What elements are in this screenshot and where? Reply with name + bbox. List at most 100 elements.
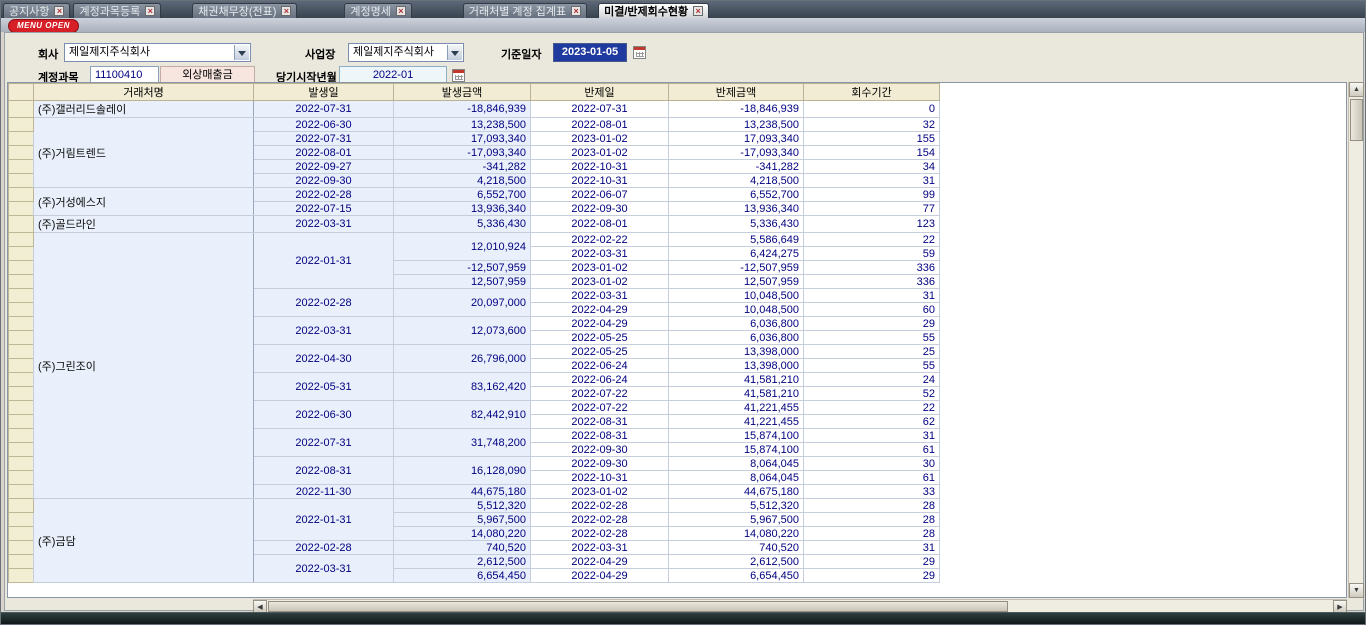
settlement-amount-cell[interactable]: 5,586,649 <box>669 233 804 247</box>
settlement-date-cell[interactable]: 2022-02-22 <box>531 233 669 247</box>
collection-period-cell[interactable]: 61 <box>804 443 940 457</box>
row-selector[interactable] <box>9 415 34 429</box>
occurrence-date-cell[interactable]: 2022-07-31 <box>254 101 394 118</box>
settlement-amount-cell[interactable]: -12,507,959 <box>669 261 804 275</box>
menu-open-button[interactable]: MENU OPEN <box>8 19 79 33</box>
occurrence-amount-cell[interactable]: 83,162,420 <box>394 373 531 401</box>
occurrence-date-cell[interactable]: 2022-03-31 <box>254 555 394 583</box>
collection-period-cell[interactable]: 123 <box>804 216 940 233</box>
tab-5[interactable]: 거래처별 계정 집계표 <box>463 3 587 18</box>
occurrence-date-cell[interactable]: 2022-08-01 <box>254 146 394 160</box>
row-selector[interactable] <box>9 188 34 202</box>
column-header[interactable]: 반제일 <box>531 84 669 101</box>
occurrence-amount-cell[interactable]: -18,846,939 <box>394 101 531 118</box>
occurrence-date-cell[interactable]: 2022-01-31 <box>254 233 394 289</box>
row-selector[interactable] <box>9 387 34 401</box>
row-selector[interactable] <box>9 555 34 569</box>
row-selector[interactable] <box>9 471 34 485</box>
row-selector[interactable] <box>9 485 34 499</box>
settlement-date-cell[interactable]: 2023-01-02 <box>531 261 669 275</box>
scroll-down-icon[interactable]: ▼ <box>1349 583 1364 598</box>
occurrence-amount-cell[interactable]: -12,507,959 <box>394 261 531 275</box>
settlement-amount-cell[interactable]: 41,221,455 <box>669 401 804 415</box>
occurrence-date-cell[interactable]: 2022-04-30 <box>254 345 394 373</box>
customer-name-cell[interactable]: (주)거림트렌드 <box>34 118 254 188</box>
row-selector[interactable] <box>9 499 34 513</box>
settlement-amount-cell[interactable]: 41,581,210 <box>669 373 804 387</box>
row-selector[interactable] <box>9 345 34 359</box>
collection-period-cell[interactable]: 25 <box>804 345 940 359</box>
settlement-date-cell[interactable]: 2022-10-31 <box>531 471 669 485</box>
occurrence-date-cell[interactable]: 2022-07-31 <box>254 429 394 457</box>
settlement-date-cell[interactable]: 2023-01-02 <box>531 132 669 146</box>
collection-period-cell[interactable]: 52 <box>804 387 940 401</box>
settlement-date-cell[interactable]: 2022-06-07 <box>531 188 669 202</box>
vertical-scroll-thumb[interactable] <box>1350 99 1363 141</box>
settlement-amount-cell[interactable]: 8,064,045 <box>669 457 804 471</box>
settlement-date-cell[interactable]: 2022-09-30 <box>531 457 669 471</box>
collection-period-cell[interactable]: 29 <box>804 569 940 583</box>
collection-period-cell[interactable]: 30 <box>804 457 940 471</box>
row-selector[interactable] <box>9 541 34 555</box>
occurrence-date-cell[interactable]: 2022-03-31 <box>254 216 394 233</box>
tab-3[interactable]: 채권채무장(전표) <box>192 3 297 18</box>
collection-period-cell[interactable]: 29 <box>804 555 940 569</box>
scroll-up-icon[interactable]: ▲ <box>1349 82 1364 97</box>
occurrence-amount-cell[interactable]: 82,442,910 <box>394 401 531 429</box>
row-selector[interactable] <box>9 331 34 345</box>
occurrence-amount-cell[interactable]: 44,675,180 <box>394 485 531 499</box>
settlement-amount-cell[interactable]: 2,612,500 <box>669 555 804 569</box>
occurrence-date-cell[interactable]: 2022-11-30 <box>254 485 394 499</box>
collection-period-cell[interactable]: 77 <box>804 202 940 216</box>
occurrence-date-cell[interactable]: 2022-02-28 <box>254 289 394 317</box>
grid-row[interactable]: (주)갤러리드솔레이2022-07-31-18,846,9392022-07-3… <box>9 101 940 118</box>
occurrence-date-cell[interactable]: 2022-02-28 <box>254 188 394 202</box>
settlement-date-cell[interactable]: 2022-06-24 <box>531 359 669 373</box>
column-header[interactable]: 반제금액 <box>669 84 804 101</box>
column-header[interactable]: 발생금액 <box>394 84 531 101</box>
row-selector[interactable] <box>9 132 34 146</box>
occurrence-date-cell[interactable]: 2022-06-30 <box>254 401 394 429</box>
settlement-amount-cell[interactable]: 5,336,430 <box>669 216 804 233</box>
settlement-amount-cell[interactable]: 14,080,220 <box>669 527 804 541</box>
row-selector[interactable] <box>9 289 34 303</box>
occurrence-amount-cell[interactable]: 5,967,500 <box>394 513 531 527</box>
close-icon[interactable] <box>145 6 155 16</box>
settlement-date-cell[interactable]: 2022-07-31 <box>531 101 669 118</box>
occurrence-amount-cell[interactable]: -341,282 <box>394 160 531 174</box>
collection-period-cell[interactable]: 31 <box>804 289 940 303</box>
occurrence-date-cell[interactable]: 2022-02-28 <box>254 541 394 555</box>
settlement-amount-cell[interactable]: 8,064,045 <box>669 471 804 485</box>
settlement-date-cell[interactable]: 2022-07-22 <box>531 401 669 415</box>
collection-period-cell[interactable]: 55 <box>804 359 940 373</box>
collection-period-cell[interactable]: 61 <box>804 471 940 485</box>
row-selector[interactable] <box>9 513 34 527</box>
occurrence-amount-cell[interactable]: 13,238,500 <box>394 118 531 132</box>
occurrence-amount-cell[interactable]: 14,080,220 <box>394 527 531 541</box>
calendar-icon[interactable] <box>452 69 465 82</box>
occurrence-amount-cell[interactable]: -17,093,340 <box>394 146 531 160</box>
collection-period-cell[interactable]: 60 <box>804 303 940 317</box>
settlement-amount-cell[interactable]: 13,936,340 <box>669 202 804 216</box>
occurrence-amount-cell[interactable]: 4,218,500 <box>394 174 531 188</box>
row-selector[interactable] <box>9 457 34 471</box>
row-selector[interactable] <box>9 247 34 261</box>
row-selector[interactable] <box>9 261 34 275</box>
settlement-amount-cell[interactable]: 13,398,000 <box>669 345 804 359</box>
collection-period-cell[interactable]: 24 <box>804 373 940 387</box>
settlement-amount-cell[interactable]: 5,967,500 <box>669 513 804 527</box>
collection-period-cell[interactable]: 336 <box>804 275 940 289</box>
close-icon[interactable] <box>396 6 406 16</box>
row-selector[interactable] <box>9 146 34 160</box>
settlement-amount-cell[interactable]: 10,048,500 <box>669 289 804 303</box>
settlement-date-cell[interactable]: 2022-10-31 <box>531 174 669 188</box>
occurrence-amount-cell[interactable]: 2,612,500 <box>394 555 531 569</box>
settlement-amount-cell[interactable]: -17,093,340 <box>669 146 804 160</box>
settlement-amount-cell[interactable]: 10,048,500 <box>669 303 804 317</box>
settlement-date-cell[interactable]: 2022-03-31 <box>531 541 669 555</box>
tab-1[interactable]: 공지사항 <box>3 3 70 18</box>
company-select[interactable]: 제일제지주식회사 <box>64 43 251 62</box>
occurrence-amount-cell[interactable]: 16,128,090 <box>394 457 531 485</box>
settlement-amount-cell[interactable]: 740,520 <box>669 541 804 555</box>
row-selector[interactable] <box>9 216 34 233</box>
